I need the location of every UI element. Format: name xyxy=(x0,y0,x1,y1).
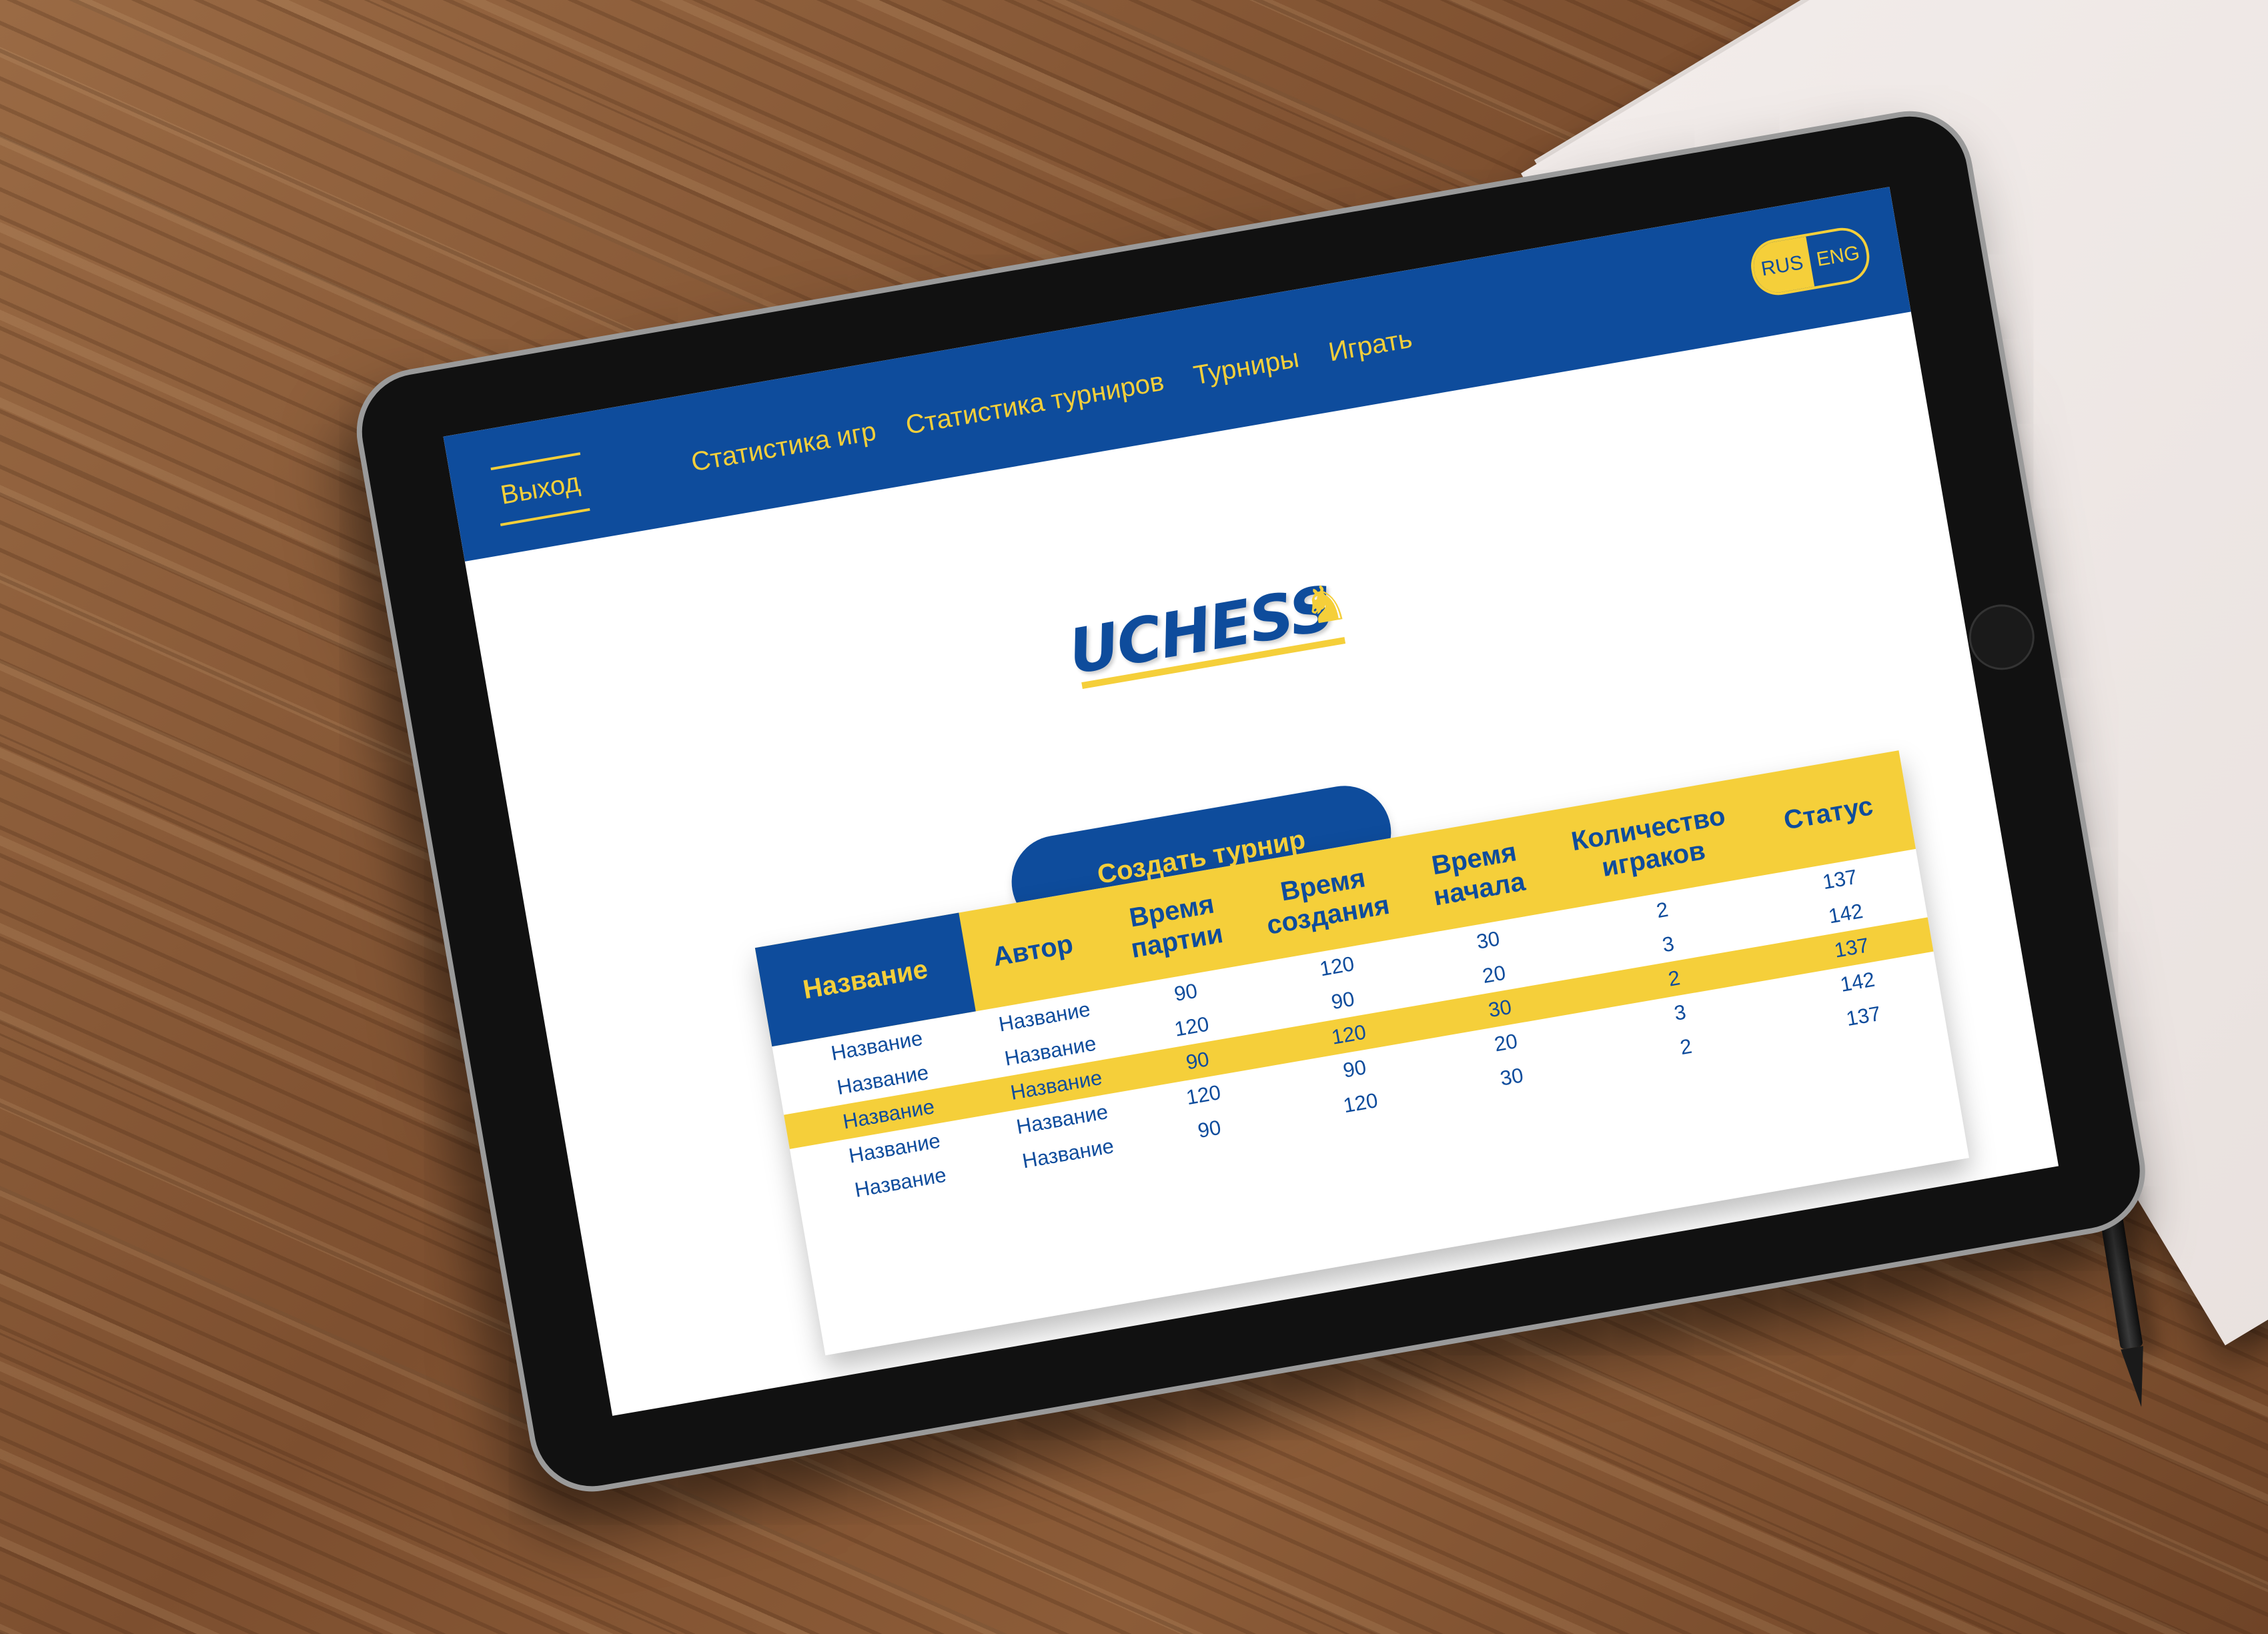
horse-icon: ♞ xyxy=(1297,573,1353,637)
lang-option-rus[interactable]: RUS xyxy=(1750,236,1815,296)
home-button[interactable] xyxy=(1964,599,2040,675)
logout-button[interactable]: Выход xyxy=(490,452,590,526)
nav-link-play[interactable]: Играть xyxy=(1326,324,1414,368)
nav-links: Статистика игр Статистика турниров Турни… xyxy=(689,324,1415,478)
lang-option-eng[interactable]: ENG xyxy=(1806,227,1870,286)
app-screen: Выход Статистика игр Статистика турниров… xyxy=(443,187,2059,1416)
nav-link-game-stats[interactable]: Статистика игр xyxy=(689,416,879,478)
nav-link-tournament-stats[interactable]: Статистика турниров xyxy=(903,367,1166,441)
uchess-logo: UCHESS ♞ xyxy=(1063,570,1365,690)
nav-link-tournaments[interactable]: Турниры xyxy=(1191,343,1301,391)
language-toggle[interactable]: RUS ENG xyxy=(1746,223,1874,299)
